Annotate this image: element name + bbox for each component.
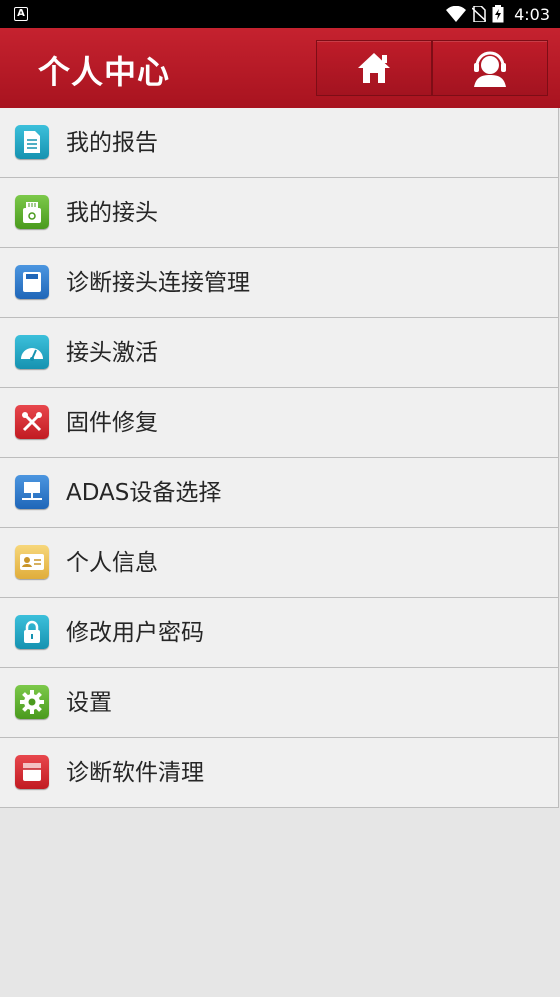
home-icon [358, 53, 390, 83]
menu-item-label: 诊断接头连接管理 [66, 270, 250, 296]
menu-item-label: 我的报告 [66, 130, 158, 156]
menu-item-label: 固件修复 [66, 410, 158, 436]
menu-item-change-password[interactable]: 修改用户密码 [0, 598, 559, 668]
status-time: 4:03 [514, 4, 550, 24]
window-app-icon [15, 755, 49, 789]
tools-icon [15, 405, 49, 439]
menu-item-firmware-repair[interactable]: 固件修复 [0, 388, 559, 458]
menu-item-label: 接头激活 [66, 340, 158, 366]
menu-item-personal-info[interactable]: 个人信息 [0, 528, 559, 598]
status-bar: A 4:03 [0, 0, 560, 28]
battery-icon [492, 5, 504, 23]
menu-item-label: 修改用户密码 [66, 620, 204, 646]
sd-card-icon [15, 265, 49, 299]
menu-item-label: 诊断软件清理 [66, 760, 204, 786]
lock-icon [15, 615, 49, 649]
menu-item-label: 个人信息 [66, 550, 158, 576]
menu-item-label: 设置 [66, 690, 112, 716]
wifi-icon [446, 6, 467, 22]
menu-list: 我的报告 我的接头 诊断接头连接管理 接头激活 固件修复 ADAS设备选择 个人… [0, 108, 559, 808]
network-device-icon [15, 475, 49, 509]
menu-item-connector-management[interactable]: 诊断接头连接管理 [0, 248, 559, 318]
page-title: 个人中心 [38, 53, 171, 91]
report-document-icon [15, 125, 49, 159]
id-card-icon [15, 545, 49, 579]
menu-item-my-connectors[interactable]: 我的接头 [0, 178, 559, 248]
gauge-icon [15, 335, 49, 369]
app-header: 个人中心 [0, 28, 560, 108]
menu-item-my-reports[interactable]: 我的报告 [0, 108, 559, 178]
menu-item-adas-device[interactable]: ADAS设备选择 [0, 458, 559, 528]
menu-item-settings[interactable]: 设置 [0, 668, 559, 738]
home-button[interactable] [316, 40, 432, 96]
menu-item-software-cleanup[interactable]: 诊断软件清理 [0, 738, 559, 808]
gear-icon [15, 685, 49, 719]
menu-item-label: ADAS设备选择 [66, 480, 222, 506]
headset-support-icon [474, 51, 506, 87]
menu-item-connector-activation[interactable]: 接头激活 [0, 318, 559, 388]
connector-icon [15, 195, 49, 229]
no-sim-icon [472, 6, 487, 22]
menu-item-label: 我的接头 [66, 200, 158, 226]
app-notification-icon: A [14, 7, 28, 21]
customer-service-button[interactable] [432, 40, 548, 96]
